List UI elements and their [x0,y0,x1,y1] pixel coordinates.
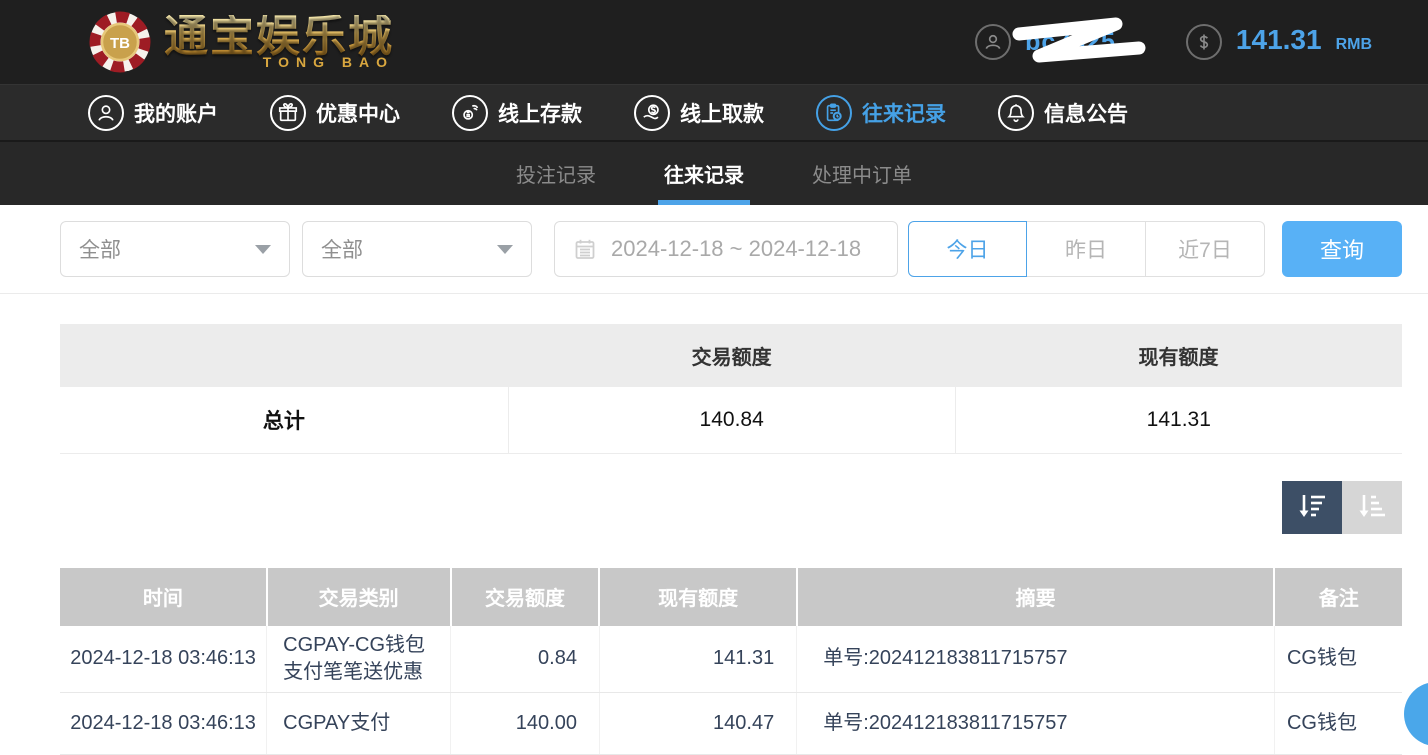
cell-type: CGPAY支付 [267,692,451,754]
nav-item-my-account[interactable]: 我的账户 [88,95,218,131]
balance-display[interactable]: 141.31 RMB [1186,24,1372,60]
nav-item-transaction-records[interactable]: 往来记录 [816,95,946,131]
records-icon [816,95,852,131]
top-header: TB 通宝娱乐城 TONG BAO bc7325 [0,0,1428,84]
nav-item-withdraw[interactable]: 线上取款 [634,95,764,131]
nav-item-announcements[interactable]: 信息公告 [998,95,1128,131]
nav-label: 线上取款 [680,98,764,128]
user-account[interactable]: bc7325 [975,24,1116,60]
sort-controls [0,481,1402,534]
sort-descending-button[interactable] [1282,481,1342,534]
calendar-icon [573,237,597,261]
nav-label: 线上存款 [498,98,582,128]
balance-currency: RMB [1336,36,1372,54]
floating-action-button[interactable] [1404,682,1428,746]
summary-transaction-total: 140.84 [508,387,955,453]
nav-label: 优惠中心 [316,98,400,128]
col-header-type: 交易类别 [267,568,451,626]
quick-label: 今日 [947,234,989,264]
summary-header-empty [60,324,508,387]
tab-betting-records[interactable]: 投注记录 [510,142,602,205]
cell-time: 2024-12-18 03:46:13 [60,626,267,693]
col-header-amount: 交易额度 [451,568,600,626]
col-header-remark: 备注 [1274,568,1402,626]
gift-icon [270,95,306,131]
cell-remark: CG钱包 [1274,692,1402,754]
summary-total-label: 总计 [60,387,508,453]
username-text: bc7325 [1025,28,1116,57]
filter-bar: 全部 全部 2024-12-18 ~ 2024-12-18 今日 昨日 近7日 … [60,221,1402,277]
quick-label: 近7日 [1178,234,1232,264]
cell-remark: CG钱包 [1274,626,1402,693]
balance-amount: 141.31 [1236,24,1322,56]
search-button[interactable]: 查询 [1282,221,1402,277]
quick-range-last7days[interactable]: 近7日 [1146,221,1265,277]
user-icon [88,95,124,131]
date-range-input[interactable]: 2024-12-18 ~ 2024-12-18 [554,221,898,277]
quick-range-today[interactable]: 今日 [908,221,1027,277]
date-range-value: 2024-12-18 ~ 2024-12-18 [611,236,861,262]
col-header-time: 时间 [60,568,267,626]
brand-logo[interactable]: TB 通宝娱乐城 TONG BAO [88,10,394,74]
nav-item-promotions[interactable]: 优惠中心 [270,95,400,131]
deposit-icon [452,95,488,131]
table-row: 2024-12-18 03:46:13 CGPAY支付 140.00 140.4… [60,692,1402,754]
user-avatar-icon [975,24,1011,60]
summary-header-transaction: 交易额度 [508,324,955,387]
cell-balance: 141.31 [599,626,796,693]
tab-label: 投注记录 [516,159,596,188]
record-tabs: 投注记录 往来记录 处理中订单 [0,142,1428,205]
select-value: 全部 [79,234,121,264]
sort-ascending-icon [1356,492,1388,522]
summary-total-row: 总计 140.84 141.31 [60,387,1402,453]
col-header-summary: 摘要 [797,568,1275,626]
col-header-balance: 现有额度 [599,568,796,626]
tab-transaction-records[interactable]: 往来记录 [658,142,750,205]
quick-range-group: 今日 昨日 近7日 [908,221,1265,277]
quick-range-yesterday[interactable]: 昨日 [1027,221,1146,277]
nav-label: 信息公告 [1044,98,1128,128]
section-divider [0,293,1428,294]
svg-text:TB: TB [110,35,130,52]
summary-header-current: 现有额度 [955,324,1402,387]
nav-label: 我的账户 [134,98,218,128]
sort-descending-icon [1296,492,1328,522]
nav-item-deposit[interactable]: 线上存款 [452,95,582,131]
cell-time: 2024-12-18 03:46:13 [60,692,267,754]
cell-type: CGPAY-CG钱包支付笔笔送优惠 [267,626,451,693]
quick-label: 昨日 [1065,234,1107,264]
brand-title: 通宝娱乐城 [164,15,394,59]
table-row: 2024-12-18 03:46:13 CGPAY-CG钱包支付笔笔送优惠 0.… [60,626,1402,693]
withdraw-icon [634,95,670,131]
cell-balance: 140.47 [599,692,796,754]
type-select-2[interactable]: 全部 [302,221,532,277]
records-table: 时间 交易类别 交易额度 现有额度 摘要 备注 2024-12-18 03:46… [60,568,1402,755]
select-value: 全部 [321,234,363,264]
summary-current-total: 141.31 [955,387,1402,453]
sort-ascending-button[interactable] [1342,481,1402,534]
bell-icon [998,95,1034,131]
cell-summary: 单号:202412183811715757 [797,692,1275,754]
dollar-icon [1186,24,1222,60]
cell-summary: 单号:202412183811715757 [797,626,1275,693]
records-header-row: 时间 交易类别 交易额度 现有额度 摘要 备注 [60,568,1402,626]
tab-pending-orders[interactable]: 处理中订单 [806,142,918,205]
casino-chip-icon: TB [88,10,152,74]
summary-table: 交易额度 现有额度 总计 140.84 141.31 [60,324,1402,454]
chevron-down-icon [497,245,513,254]
tab-label: 处理中订单 [812,159,912,188]
tab-label: 往来记录 [664,159,744,188]
main-nav: 我的账户 优惠中心 线上存款 线上取款 [0,84,1428,142]
summary-header-row: 交易额度 现有额度 [60,324,1402,387]
nav-label: 往来记录 [862,98,946,128]
cell-amount: 0.84 [451,626,600,693]
chevron-down-icon [255,245,271,254]
cell-amount: 140.00 [451,692,600,754]
type-select-1[interactable]: 全部 [60,221,290,277]
